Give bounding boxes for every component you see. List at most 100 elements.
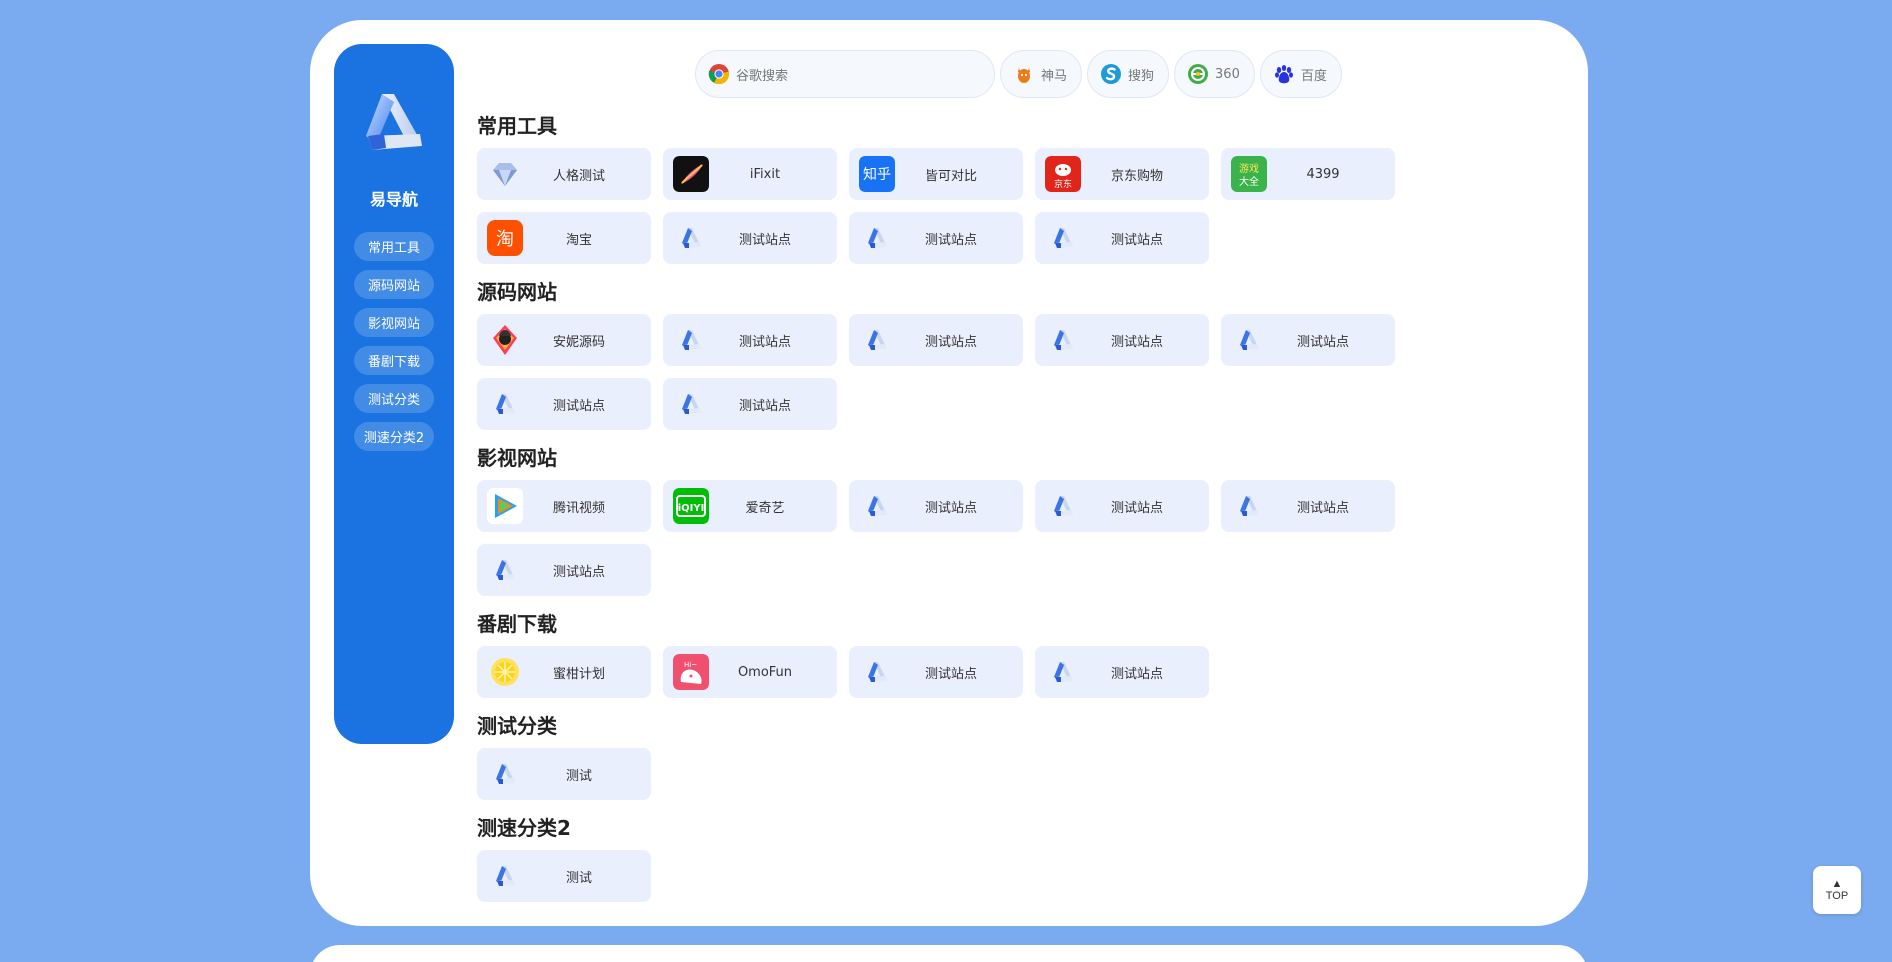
site-label: 测试站点 xyxy=(738,232,791,248)
4399-icon: 游戏 大全 xyxy=(1231,156,1267,192)
default-site-icon xyxy=(859,488,895,524)
default-site-icon xyxy=(1045,654,1081,690)
site-label: 测试 xyxy=(565,870,592,886)
search-input[interactable]: 谷歌搜索 xyxy=(695,50,995,98)
site-card[interactable]: Hi~ OmoFun xyxy=(663,646,837,698)
site-card[interactable]: 安妮源码 xyxy=(477,314,651,366)
brand-logo[interactable] xyxy=(360,88,428,154)
category-title-text: 测试分类 xyxy=(477,714,557,738)
site-label: iFixit xyxy=(749,166,781,182)
site-grid: 测试 xyxy=(477,850,1577,902)
site-grid: 安妮源码 测试站点 测试站点 测试站点 测试站点 测试站点 测试站点 xyxy=(477,314,1577,430)
default-site-icon xyxy=(673,386,709,422)
site-card[interactable]: 测试站点 xyxy=(849,212,1023,264)
baidu-icon xyxy=(1274,65,1293,84)
site-card[interactable]: 测试站点 xyxy=(663,378,837,430)
search-bar: 谷歌搜索 神马 搜狗 360 百度 xyxy=(695,50,1342,98)
site-card[interactable]: 测试站点 xyxy=(477,544,651,596)
chrome-icon xyxy=(708,64,730,85)
category-title: 测速分类2 xyxy=(477,816,571,842)
site-card[interactable]: 测试站点 xyxy=(663,314,837,366)
zhihu-icon: 知乎 xyxy=(859,156,895,192)
site-card[interactable]: 测试站点 xyxy=(1221,480,1395,532)
site-label: 测试站点 xyxy=(552,564,605,580)
site-card[interactable]: 淘 淘宝 xyxy=(477,212,651,264)
site-label: 淘宝 xyxy=(565,232,592,248)
site-label: 测试站点 xyxy=(1110,232,1163,248)
sidebar-item-video[interactable]: 影视网站 xyxy=(353,308,435,337)
site-card[interactable]: 测试站点 xyxy=(663,212,837,264)
default-site-icon xyxy=(1231,322,1267,358)
site-card[interactable]: 腾讯视频 xyxy=(477,480,651,532)
engine-sogou[interactable]: 搜狗 xyxy=(1087,50,1170,98)
footer-card xyxy=(310,945,1588,962)
site-card[interactable]: 蜜柑计划 xyxy=(477,646,651,698)
site-grid: 人格测试 iFixit 知乎 皆可对比 京东 京东购物 游戏 大全 4399 淘 淘宝 测试站点 测试站… xyxy=(477,148,1577,264)
diamond-icon xyxy=(487,156,523,192)
site-card[interactable]: 测试 xyxy=(477,748,651,800)
site-label: 4399 xyxy=(1306,166,1340,182)
site-card[interactable]: 测试站点 xyxy=(1035,480,1209,532)
engine-baidu[interactable]: 百度 xyxy=(1259,50,1342,98)
tencent-icon xyxy=(487,488,523,524)
default-site-icon xyxy=(859,220,895,256)
site-card[interactable]: iFixit xyxy=(663,148,837,200)
engine-360[interactable]: 360 xyxy=(1174,50,1255,98)
sidebar-item-test2[interactable]: 测速分类2 xyxy=(353,422,435,451)
site-label: OmoFun xyxy=(737,664,793,680)
sidebar-item-anime[interactable]: 番剧下载 xyxy=(353,346,435,375)
sidebar-item-tools[interactable]: 常用工具 xyxy=(353,232,435,261)
sogou-icon xyxy=(1101,64,1122,84)
engine-label: 搜狗 xyxy=(1128,68,1155,84)
engine-label: 360 xyxy=(1215,66,1240,82)
default-site-icon xyxy=(859,654,895,690)
site-card[interactable]: 测试站点 xyxy=(1035,646,1209,698)
default-site-icon xyxy=(1045,220,1081,256)
svg-text:游戏: 游戏 xyxy=(1239,162,1259,175)
site-card[interactable]: iQIYI 爱奇艺 xyxy=(663,480,837,532)
default-site-icon xyxy=(859,322,895,358)
category-section: 番剧下载 蜜柑计划 Hi~ OmoFun 测试站点 测试站点 xyxy=(477,612,1577,698)
default-site-icon xyxy=(487,552,523,588)
site-label: 测试站点 xyxy=(924,666,977,682)
site-card[interactable]: 测试站点 xyxy=(1035,314,1209,366)
taobao-icon: 淘 xyxy=(487,220,523,256)
category-section: 影视网站 腾讯视频 iQIYI 爱奇艺 测试站点 测试站点 测试站点 测试站点 xyxy=(477,446,1577,596)
shenma-icon xyxy=(1018,68,1030,83)
sidebar-nav: 常用工具 源码网站 影视网站 番剧下载 测试分类 测速分类2 xyxy=(353,232,435,451)
site-card[interactable]: 测试站点 xyxy=(849,480,1023,532)
site-card[interactable]: 游戏 大全 4399 xyxy=(1221,148,1395,200)
site-grid: 蜜柑计划 Hi~ OmoFun 测试站点 测试站点 xyxy=(477,646,1577,698)
site-label: 腾讯视频 xyxy=(552,500,605,516)
site-label: 测试站点 xyxy=(1296,334,1349,350)
site-card[interactable]: 测试站点 xyxy=(477,378,651,430)
site-label: 测试站点 xyxy=(1110,666,1163,682)
site-card[interactable]: 人格测试 xyxy=(477,148,651,200)
engine-shenma[interactable]: 神马 xyxy=(1000,50,1083,98)
site-card[interactable]: 知乎 皆可对比 xyxy=(849,148,1023,200)
site-card[interactable]: 京东 京东购物 xyxy=(1035,148,1209,200)
site-card[interactable]: 测试 xyxy=(477,850,651,902)
category-title-text: 常用工具 xyxy=(477,114,557,138)
site-label: 安妮源码 xyxy=(552,334,605,350)
default-site-icon xyxy=(673,220,709,256)
site-card[interactable]: 测试站点 xyxy=(849,314,1023,366)
ifixit-icon xyxy=(673,156,709,192)
site-label: 皆可对比 xyxy=(924,168,977,184)
site-label: 爱奇艺 xyxy=(745,500,785,516)
category-title-text: 影视网站 xyxy=(477,446,557,470)
site-label: 蜜柑计划 xyxy=(552,666,605,682)
default-site-icon xyxy=(487,756,523,792)
site-card[interactable]: 测试站点 xyxy=(1221,314,1395,366)
svg-text:知乎: 知乎 xyxy=(863,166,891,183)
site-label: 测试站点 xyxy=(552,398,605,414)
site-card[interactable]: 测试站点 xyxy=(849,646,1023,698)
sidebar-item-test[interactable]: 测试分类 xyxy=(353,384,435,413)
omofun-icon: Hi~ xyxy=(673,654,709,690)
default-site-icon xyxy=(487,386,523,422)
site-card[interactable]: 测试站点 xyxy=(1035,212,1209,264)
back-to-top-button[interactable]: ▲ TOP xyxy=(1813,866,1861,914)
sidebar-item-source[interactable]: 源码网站 xyxy=(353,270,435,299)
sidebar: 易导航 常用工具 源码网站 影视网站 番剧下载 测试分类 测速分类2 xyxy=(334,44,454,744)
svg-text:iQIYI: iQIYI xyxy=(678,503,705,514)
